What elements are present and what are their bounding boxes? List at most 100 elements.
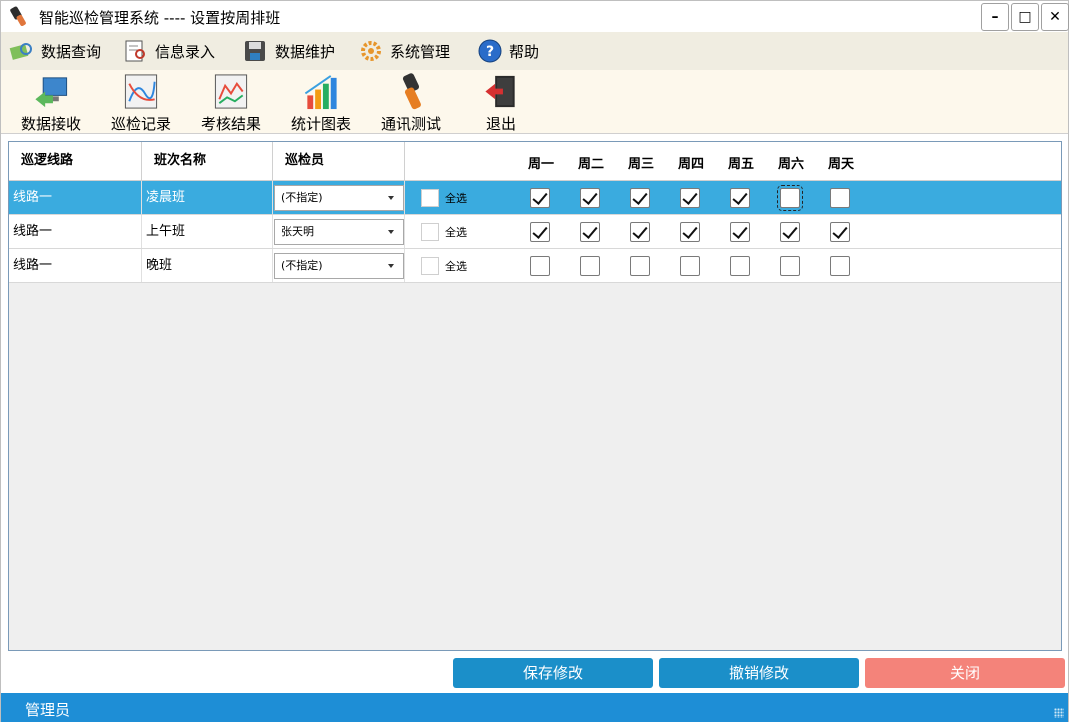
route-cell[interactable]: 线路一 <box>9 181 142 214</box>
table-row[interactable]: 线路一 晚班 (不指定) 全选 <box>9 249 1061 283</box>
day-checkbox[interactable] <box>780 222 800 242</box>
inspector-dropdown[interactable]: (不指定) <box>274 185 404 211</box>
menu-bar: 数据查询 信息录入 数据维护 系统管理 ? 帮助 <box>1 32 1068 70</box>
day-checkbox[interactable] <box>780 256 800 276</box>
info-entry-icon <box>125 40 145 62</box>
day-checkbox[interactable] <box>730 222 750 242</box>
route-cell[interactable]: 线路一 <box>9 215 142 248</box>
menu-info-entry[interactable]: 信息录入 <box>123 36 215 66</box>
day-checkbox[interactable] <box>630 222 650 242</box>
tool-patrol-record[interactable]: 巡检记录 <box>107 72 175 134</box>
day-checkbox[interactable] <box>580 222 600 242</box>
menu-data-query[interactable]: 数据查询 <box>9 36 101 66</box>
tool-statistics[interactable]: 统计图表 <box>287 72 355 134</box>
day-checkbox[interactable] <box>530 188 550 208</box>
day-checkbox[interactable] <box>630 188 650 208</box>
inspector-dropdown[interactable]: (不指定) <box>274 253 404 279</box>
patrol-stick-icon <box>10 6 26 26</box>
tool-comm-test[interactable]: 通讯测试 <box>377 72 445 134</box>
close-button[interactable]: 关闭 <box>865 658 1065 688</box>
table-row[interactable]: 线路一 凌晨班 (不指定) 全选 <box>9 181 1061 215</box>
header-day-sat: 周六 <box>777 157 804 172</box>
select-all-checkbox[interactable]: 全选 <box>421 189 467 207</box>
menu-label: 数据查询 <box>41 42 102 61</box>
header-day-tue: 周二 <box>577 157 604 172</box>
tool-data-receive[interactable]: 数据接收 <box>17 72 85 134</box>
header-inspector[interactable]: 巡检员 <box>273 142 405 180</box>
day-checkbox[interactable] <box>830 222 850 242</box>
schedule-grid: 巡逻线路 班次名称 巡检员 周一 周二 周三 周四 周五 周六 周天 线路一 凌晨… <box>8 141 1062 651</box>
title-bar: 智能巡检管理系统 ---- 设置按周排班 – □ ✕ <box>1 1 1069 32</box>
header-shift[interactable]: 班次名称 <box>142 142 273 180</box>
status-bar: 管理员 <box>1 693 1068 722</box>
toolbar: 数据接收 巡检记录 考核结果 统计图表 通讯测试 退出 <box>1 70 1068 134</box>
exit-icon <box>485 75 515 108</box>
day-checkbox[interactable] <box>830 188 850 208</box>
maximize-icon: □ <box>1018 9 1032 25</box>
day-checkbox[interactable] <box>680 256 700 276</box>
save-changes-button[interactable]: 保存修改 <box>453 658 653 688</box>
day-checkbox[interactable] <box>730 256 750 276</box>
help-icon: ? <box>478 39 502 63</box>
maximize-button[interactable]: □ <box>1011 3 1039 31</box>
tool-exit[interactable]: 退出 <box>467 72 535 134</box>
window-title: 智能巡检管理系统 ---- 设置按周排班 <box>39 9 281 27</box>
day-checkbox[interactable] <box>530 256 550 276</box>
dropdown-arrow-icon <box>388 196 394 200</box>
menu-system-settings[interactable]: 系统管理 <box>358 36 450 66</box>
tool-assessment[interactable]: 考核结果 <box>197 72 265 134</box>
day-checkbox[interactable] <box>680 188 700 208</box>
header-route[interactable]: 巡逻线路 <box>9 142 142 180</box>
device-test-icon <box>402 73 421 110</box>
day-checkbox[interactable] <box>680 222 700 242</box>
inspector-value: 张天明 <box>281 225 314 238</box>
close-icon: ✕ <box>1049 9 1061 25</box>
day-checkbox[interactable] <box>630 256 650 276</box>
select-all-box[interactable] <box>421 257 439 275</box>
select-all-label: 全选 <box>445 226 467 239</box>
select-all-box[interactable] <box>421 223 439 241</box>
close-window-button[interactable]: ✕ <box>1041 3 1069 31</box>
svg-text:?: ? <box>486 44 494 60</box>
assessment-icon <box>214 74 248 109</box>
select-all-box[interactable] <box>421 189 439 207</box>
header-day-mon: 周一 <box>527 157 554 172</box>
day-checkbox[interactable] <box>530 222 550 242</box>
shift-cell[interactable]: 凌晨班 <box>142 181 273 214</box>
menu-data-maintenance[interactable]: 数据维护 <box>243 36 335 66</box>
inspector-dropdown[interactable]: 张天明 <box>274 219 404 245</box>
menu-help[interactable]: ? 帮助 <box>477 36 539 66</box>
table-row[interactable]: 线路一 上午班 张天明 全选 <box>9 215 1061 249</box>
shift-cell[interactable]: 上午班 <box>142 215 273 248</box>
data-maintenance-icon <box>245 41 265 61</box>
day-checkbox[interactable] <box>730 188 750 208</box>
tool-label: 考核结果 <box>200 115 261 133</box>
tool-label: 退出 <box>485 115 516 133</box>
day-checkbox[interactable] <box>777 185 803 211</box>
inspector-value: (不指定) <box>281 191 323 204</box>
day-checkbox[interactable] <box>580 188 600 208</box>
menu-label: 帮助 <box>509 42 540 61</box>
dropdown-arrow-icon <box>388 230 394 234</box>
tool-label: 数据接收 <box>20 115 81 133</box>
tool-label: 统计图表 <box>290 115 351 133</box>
undo-changes-button[interactable]: 撤销修改 <box>659 658 859 688</box>
select-all-label: 全选 <box>445 260 467 273</box>
minimize-button[interactable]: – <box>981 3 1009 31</box>
day-checkbox[interactable] <box>580 256 600 276</box>
shift-cell[interactable]: 晚班 <box>142 249 273 282</box>
route-cell[interactable]: 线路一 <box>9 249 142 282</box>
select-all-checkbox[interactable]: 全选 <box>421 257 467 275</box>
select-all-label: 全选 <box>445 192 467 205</box>
select-all-checkbox[interactable]: 全选 <box>421 223 467 241</box>
data-receive-icon <box>35 77 68 108</box>
resize-grip-icon[interactable] <box>1054 708 1064 718</box>
header-day-fri: 周五 <box>727 157 754 172</box>
current-user: 管理员 <box>25 701 71 719</box>
header-day-thu: 周四 <box>677 157 704 172</box>
day-checkbox[interactable] <box>830 256 850 276</box>
bar-chart-icon <box>304 75 337 110</box>
tool-label: 通讯测试 <box>380 115 441 133</box>
grid-header: 巡逻线路 班次名称 巡检员 周一 周二 周三 周四 周五 周六 周天 <box>9 142 1061 181</box>
menu-label: 数据维护 <box>275 42 336 61</box>
